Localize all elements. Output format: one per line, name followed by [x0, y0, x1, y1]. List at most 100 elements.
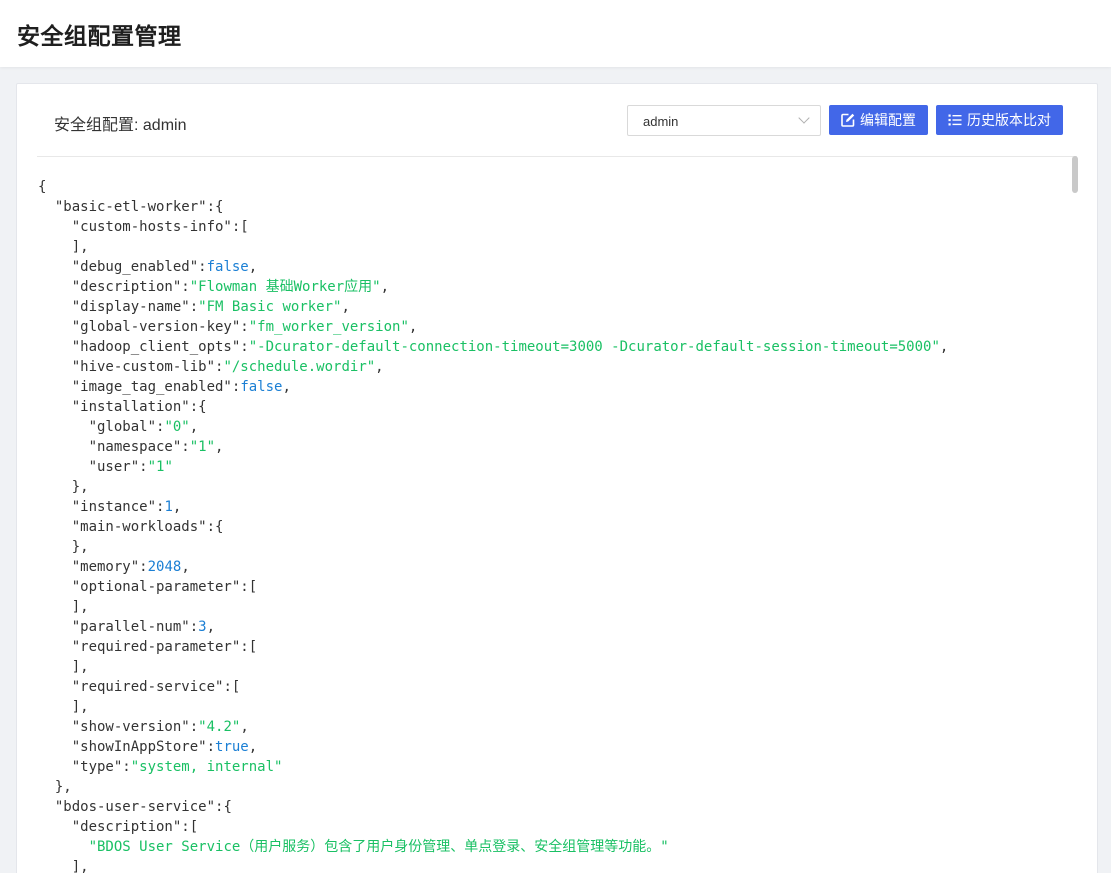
config-label: 安全组配置: admin: [54, 117, 187, 134]
json-key: "memory": [71, 559, 140, 575]
json-key: "global": [88, 419, 157, 435]
json-string: "fm_worker_version": [248, 319, 409, 335]
code-line: "description":[: [38, 817, 1068, 837]
json-punct: [38, 439, 89, 455]
json-string: "4.2": [198, 719, 241, 735]
json-punct: :{: [206, 519, 224, 535]
json-punct: [38, 579, 72, 595]
json-punct: [38, 839, 89, 855]
json-string: "Flowman 基础Worker应用": [189, 279, 381, 295]
json-punct: :: [198, 259, 207, 275]
edit-icon: [840, 113, 855, 128]
json-punct: [38, 299, 72, 315]
json-punct: [38, 819, 72, 835]
json-punct: ,: [206, 619, 216, 635]
code-line: "bdos-user-service":{: [38, 797, 1068, 817]
json-key: "optional-parameter": [71, 579, 241, 595]
json-punct: :: [139, 459, 148, 475]
chevron-down-icon: [798, 112, 810, 124]
json-punct: :{: [215, 799, 232, 815]
scrollbar[interactable]: [1072, 156, 1078, 193]
json-punct: ,: [248, 259, 258, 275]
json-punct: :: [189, 719, 199, 735]
code-line: "namespace":"1",: [38, 437, 1068, 457]
json-punct: ,: [282, 379, 291, 395]
json-punct: ],: [38, 859, 89, 873]
json-punct: [38, 679, 72, 695]
json-key: "required-parameter": [71, 639, 241, 655]
json-key: "display-name": [71, 299, 190, 315]
config-json-viewer[interactable]: { "basic-etl-worker":{ "custom-hosts-inf…: [38, 177, 1068, 873]
json-punct: :: [189, 619, 199, 635]
json-string: "/schedule.wordir": [223, 359, 376, 375]
json-key: "type": [71, 759, 123, 775]
json-punct: [38, 279, 72, 295]
json-punct: [38, 339, 72, 355]
json-punct: :[: [231, 219, 249, 235]
edit-config-label: 编辑配置: [860, 112, 916, 128]
json-key: "show-version": [71, 719, 190, 735]
code-line: },: [38, 777, 1068, 797]
json-punct: [38, 719, 72, 735]
json-key: "main-workloads": [71, 519, 207, 535]
code-line: "optional-parameter":[: [38, 577, 1068, 597]
code-line: ],: [38, 697, 1068, 717]
json-punct: :{: [206, 199, 224, 215]
json-punct: [38, 519, 72, 535]
json-punct: ,: [240, 719, 249, 735]
code-line: ],: [38, 597, 1068, 617]
json-punct: [38, 639, 72, 655]
json-punct: :[: [223, 679, 241, 695]
json-punct: ],: [38, 659, 89, 675]
code-line: "hadoop_client_opts":"-Dcurator-default-…: [38, 337, 1068, 357]
security-group-select[interactable]: admin: [627, 105, 821, 136]
json-punct: :[: [240, 639, 258, 655]
json-key: "image_tag_enabled": [71, 379, 232, 395]
json-punct: [38, 359, 72, 375]
json-punct: ,: [380, 279, 390, 295]
code-line: "description":"Flowman 基础Worker应用",: [38, 277, 1068, 297]
json-punct: [38, 619, 72, 635]
json-literal: 2048: [147, 559, 182, 575]
json-punct: :: [240, 339, 249, 355]
code-line: "required-parameter":[: [38, 637, 1068, 657]
json-punct: :[: [181, 819, 199, 835]
code-line: "type":"system, internal": [38, 757, 1068, 777]
code-line: "debug_enabled":false,: [38, 257, 1068, 277]
card-header: 安全组配置: admin admin 编辑配置 历史版本比对: [37, 84, 1077, 157]
code-line: ],: [38, 657, 1068, 677]
json-punct: ],: [38, 239, 89, 255]
json-key: "showInAppStore": [71, 739, 207, 755]
code-line: "global":"0",: [38, 417, 1068, 437]
history-compare-button[interactable]: 历史版本比对: [936, 105, 1063, 135]
code-line: ],: [38, 237, 1068, 257]
json-punct: },: [38, 479, 89, 495]
code-line: "instance":1,: [38, 497, 1068, 517]
json-literal: 1: [164, 499, 173, 515]
code-line: "basic-etl-worker":{: [38, 197, 1068, 217]
code-line: "required-service":[: [38, 677, 1068, 697]
json-key: "namespace": [88, 439, 182, 455]
json-literal: true: [215, 739, 249, 755]
json-string: "BDOS User Service（用户服务）包含了用户身份管理、单点登录、安…: [88, 839, 669, 855]
json-key: "description": [71, 819, 182, 835]
json-key: "parallel-num": [71, 619, 190, 635]
json-punct: ,: [939, 339, 949, 355]
code-line: },: [38, 537, 1068, 557]
code-line: "user":"1": [38, 457, 1068, 477]
json-key: "installation": [71, 399, 190, 415]
edit-config-button[interactable]: 编辑配置: [829, 105, 928, 135]
json-key: "bdos-user-service": [54, 799, 216, 815]
json-punct: :: [139, 559, 148, 575]
json-punct: },: [38, 539, 89, 555]
json-punct: [38, 559, 72, 575]
json-key: "description": [71, 279, 182, 295]
code-line: "custom-hosts-info":[: [38, 217, 1068, 237]
code-line: {: [38, 177, 1068, 197]
json-literal: false: [206, 259, 249, 275]
json-punct: ,: [248, 739, 258, 755]
json-key: "basic-etl-worker": [54, 199, 207, 215]
json-punct: [38, 459, 89, 475]
json-punct: {: [38, 179, 47, 195]
history-compare-label: 历史版本比对: [967, 112, 1051, 128]
